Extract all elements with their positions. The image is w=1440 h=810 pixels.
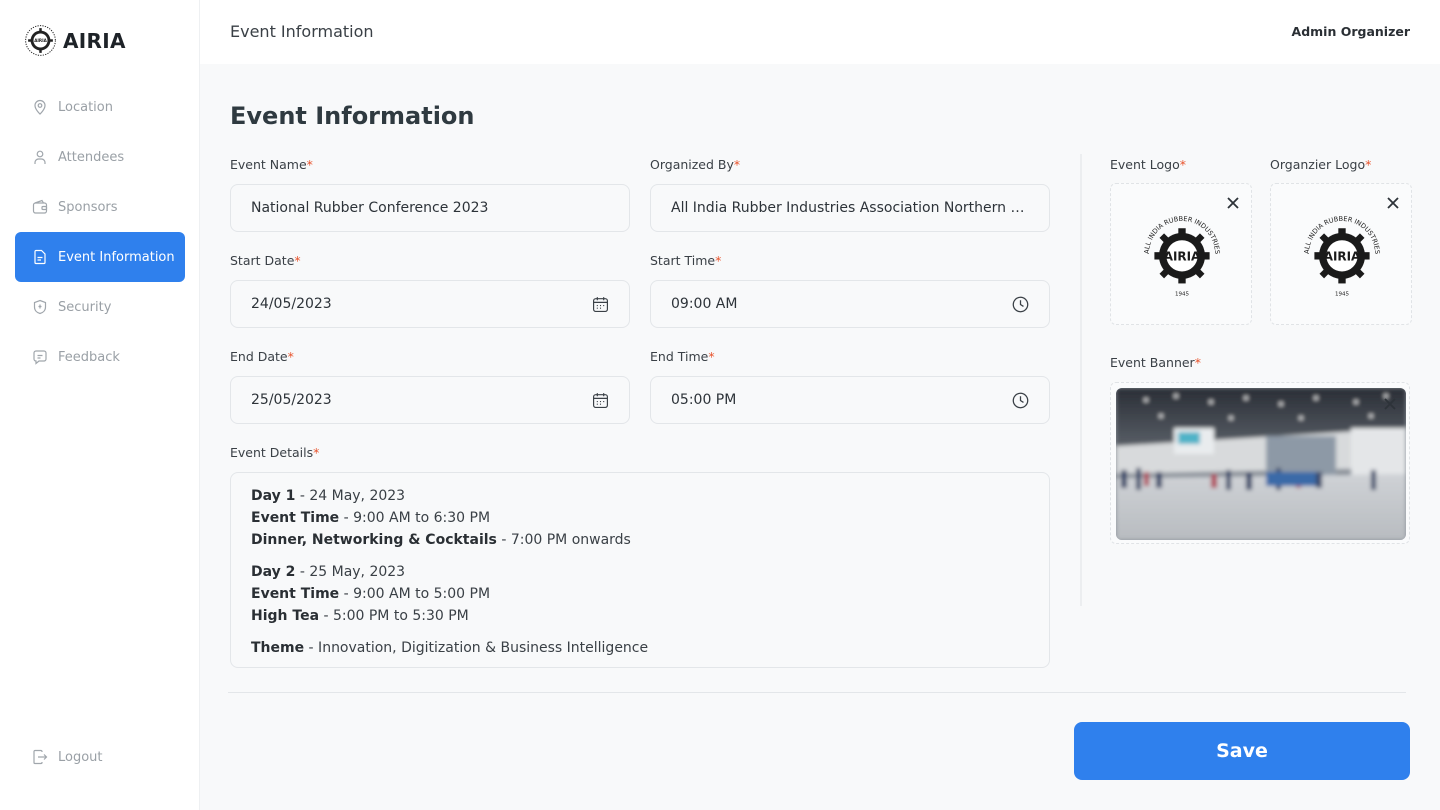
- event-name-input[interactable]: National Rubber Conference 2023: [230, 184, 630, 232]
- sidebar-item-security[interactable]: Security: [15, 282, 185, 332]
- sidebar-item-sponsors[interactable]: Sponsors: [15, 182, 185, 232]
- details-line: Theme - Innovation, Digitization & Busin…: [251, 640, 649, 656]
- sidebar-item-label: Feedback: [58, 349, 120, 365]
- event-banner-upload[interactable]: [1110, 382, 1410, 544]
- horizontal-divider: [228, 692, 1406, 693]
- breadcrumb-title: Event Information: [230, 22, 374, 41]
- logout-button[interactable]: Logout: [32, 749, 103, 765]
- close-icon[interactable]: [1383, 397, 1397, 411]
- sidebar-item-label: Event Information: [58, 249, 175, 265]
- sidebar-item-attendees[interactable]: Attendees: [15, 132, 185, 182]
- start-time-input[interactable]: 09:00 AM: [650, 280, 1050, 328]
- clock-icon[interactable]: [1012, 296, 1029, 313]
- calendar-icon[interactable]: [592, 296, 609, 313]
- location-pin-icon: [34, 99, 46, 115]
- details-line: Event Time - 9:00 AM to 6:30 PM: [251, 510, 491, 526]
- end-time-input[interactable]: 05:00 PM: [650, 376, 1050, 424]
- sidebar-item-location[interactable]: Location: [15, 82, 185, 132]
- svg-text:AIRIA: AIRIA: [1164, 249, 1201, 263]
- page-title: Event Information: [230, 102, 475, 130]
- details-line: High Tea - 5:00 PM to 5:30 PM: [251, 608, 469, 624]
- start-time-label: Start Time*: [650, 253, 722, 268]
- start-date-input[interactable]: 24/05/2023: [230, 280, 630, 328]
- svg-text:AIRIA: AIRIA: [34, 38, 47, 43]
- brand-name: AIRIA: [63, 28, 126, 53]
- top-bar: Event Information Admin Organizer: [200, 0, 1440, 64]
- close-icon[interactable]: [1226, 196, 1240, 210]
- sidebar-item-feedback[interactable]: Feedback: [15, 332, 185, 382]
- save-button[interactable]: Save: [1074, 722, 1410, 780]
- event-banner-image: [1116, 388, 1406, 540]
- shield-icon: [33, 299, 47, 315]
- logout-icon: [33, 749, 48, 765]
- airia-seal-logo: ALL INDIA RUBBER INDUSTRIES ASSOCIATION …: [1136, 208, 1221, 297]
- event-details-label: Event Details*: [230, 445, 320, 460]
- brand-logo-icon: AIRIA: [25, 25, 56, 56]
- end-time-label: End Time*: [650, 349, 715, 364]
- sidebar-item-label: Attendees: [58, 149, 125, 165]
- event-logo-label: Event Logo*: [1110, 157, 1187, 172]
- user-name[interactable]: Admin Organizer: [1292, 24, 1410, 39]
- organized-by-label: Organized By*: [650, 157, 741, 172]
- sidebar-item-label: Location: [58, 99, 113, 115]
- end-date-input[interactable]: 25/05/2023: [230, 376, 630, 424]
- logout-label: Logout: [58, 749, 103, 765]
- details-line: Event Time - 9:00 AM to 5:00 PM: [251, 586, 491, 602]
- start-date-label: Start Date*: [230, 253, 301, 268]
- svg-text:1945: 1945: [1175, 291, 1190, 297]
- event-name-label: Event Name*: [230, 157, 313, 172]
- sidebar: AIRIA AIRIA Location Attendees Sponsors …: [0, 0, 200, 810]
- event-details-textarea[interactable]: Day 1 - 24 May, 2023 Event Time - 9:00 A…: [230, 472, 1050, 668]
- event-banner-label: Event Banner*: [1110, 355, 1201, 370]
- brand[interactable]: AIRIA AIRIA: [24, 24, 126, 57]
- sidebar-item-event-information[interactable]: Event Information: [15, 232, 185, 282]
- close-icon[interactable]: [1386, 196, 1400, 210]
- wallet-icon: [32, 199, 48, 214]
- organizer-logo-label: Organzier Logo*: [1270, 157, 1372, 172]
- end-date-label: End Date*: [230, 349, 294, 364]
- details-line: Dinner, Networking & Cocktails - 7:00 PM…: [251, 532, 631, 548]
- sidebar-nav: Location Attendees Sponsors Event Inform…: [15, 82, 185, 382]
- chat-icon: [33, 350, 47, 365]
- details-line: Day 1 - 24 May, 2023: [251, 488, 406, 504]
- sidebar-item-label: Security: [58, 299, 112, 315]
- airia-seal-logo: ALL INDIA RUBBER INDUSTRIES ASSOCIATION …: [1296, 208, 1381, 297]
- organizer-logo-upload[interactable]: ALL INDIA RUBBER INDUSTRIES ASSOCIATION …: [1270, 183, 1412, 325]
- vertical-divider: [1080, 154, 1082, 606]
- user-icon: [34, 150, 46, 164]
- svg-text:AIRIA: AIRIA: [1324, 249, 1361, 263]
- organized-by-input[interactable]: All India Rubber Industries Association …: [650, 184, 1050, 232]
- document-icon: [34, 249, 46, 265]
- clock-icon[interactable]: [1012, 392, 1029, 409]
- calendar-icon[interactable]: [592, 392, 609, 409]
- sidebar-item-label: Sponsors: [58, 199, 118, 215]
- svg-text:1945: 1945: [1335, 291, 1350, 297]
- event-logo-upload[interactable]: ALL INDIA RUBBER INDUSTRIES ASSOCIATION …: [1110, 183, 1252, 325]
- details-line: Day 2 - 25 May, 2023: [251, 564, 406, 580]
